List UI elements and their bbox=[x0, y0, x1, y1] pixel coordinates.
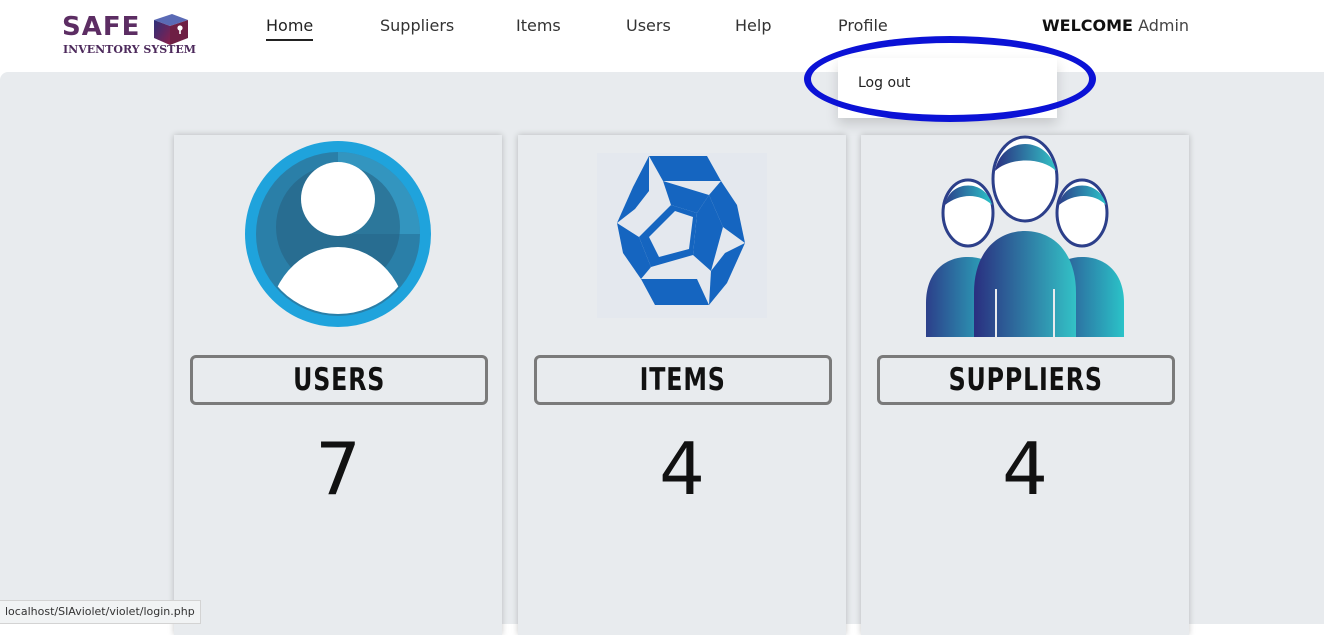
top-navbar: SAFE INVENTORY SYSTEM Home Suppliers Ite… bbox=[0, 0, 1324, 72]
status-bar-url: localhost/SIAviolet/violet/login.php bbox=[0, 600, 201, 624]
items-card[interactable]: ITEMS 4 bbox=[518, 135, 846, 635]
logo-subtitle: INVENTORY SYSTEM bbox=[63, 43, 196, 56]
dashboard-area: USERS 7 ITEMS 4 SUPPLIERS 4 bbox=[0, 72, 1324, 635]
welcome-user: Admin bbox=[1138, 16, 1190, 35]
users-count: 7 bbox=[315, 427, 361, 511]
safe-box-icon bbox=[154, 14, 188, 45]
nav-profile[interactable]: Profile bbox=[838, 15, 888, 39]
items-label: ITEMS bbox=[534, 355, 832, 405]
suppliers-label: SUPPLIERS bbox=[877, 355, 1175, 405]
nav-items[interactable]: Items bbox=[516, 15, 561, 39]
suppliers-count: 4 bbox=[1002, 427, 1048, 511]
nav-users[interactable]: Users bbox=[626, 15, 671, 39]
users-label: USERS bbox=[190, 355, 488, 405]
nav-home[interactable]: Home bbox=[266, 15, 314, 41]
suppliers-card[interactable]: SUPPLIERS 4 bbox=[861, 135, 1189, 635]
welcome-message: WELCOME Admin bbox=[1042, 15, 1189, 37]
nav-help[interactable]: Help bbox=[735, 15, 771, 39]
cube-icon bbox=[597, 153, 767, 318]
welcome-prefix: WELCOME bbox=[1042, 16, 1133, 35]
items-count: 4 bbox=[659, 427, 705, 511]
nav-suppliers[interactable]: Suppliers bbox=[380, 15, 454, 39]
user-avatar-icon bbox=[245, 141, 431, 327]
profile-dropdown: Log out bbox=[838, 58, 1057, 118]
logout-link[interactable]: Log out bbox=[858, 74, 910, 92]
people-group-icon bbox=[926, 135, 1124, 337]
logo-brand: SAFE bbox=[62, 12, 141, 42]
logo[interactable]: SAFE INVENTORY SYSTEM bbox=[62, 12, 196, 58]
users-card[interactable]: USERS 7 bbox=[174, 135, 502, 635]
